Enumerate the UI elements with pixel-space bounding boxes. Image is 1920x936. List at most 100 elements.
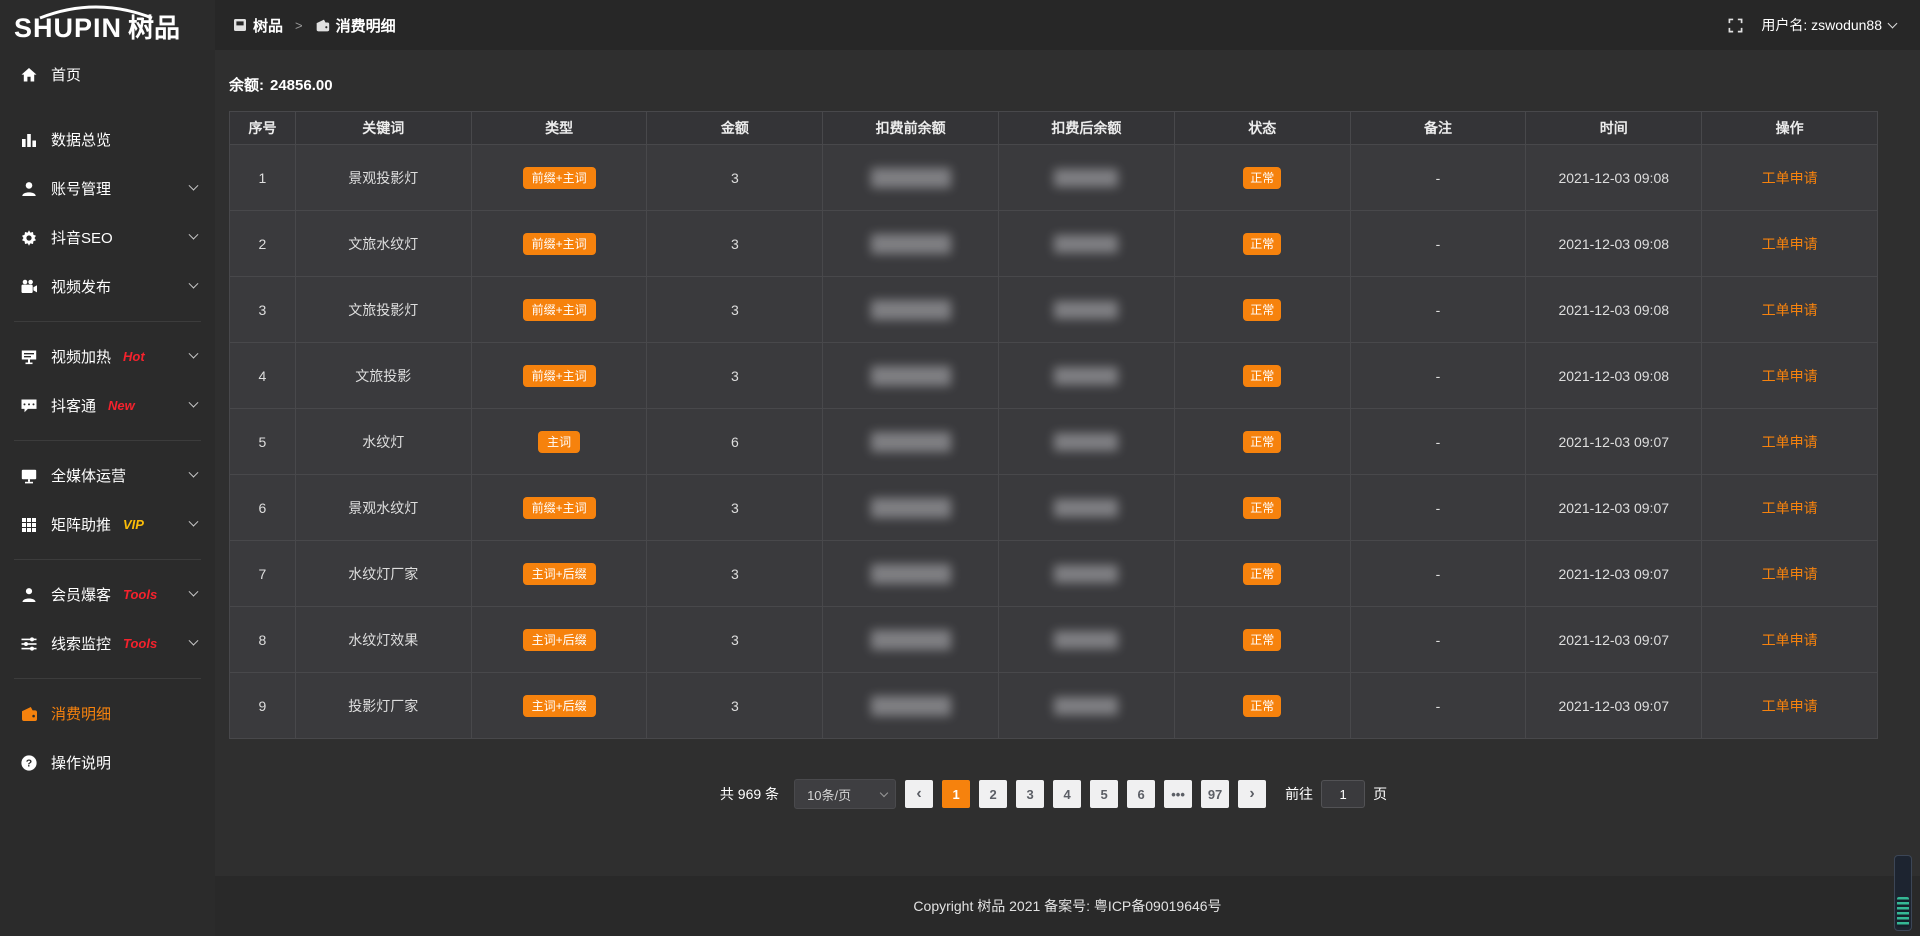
work-order-link[interactable]: 工单申请 — [1762, 566, 1818, 582]
next-page-button[interactable]: › — [1238, 780, 1266, 808]
cell-amount: 3 — [647, 541, 823, 607]
corner-widget — [1894, 855, 1912, 931]
cell-index: 4 — [230, 343, 296, 409]
type-badge: 前缀+主词 — [523, 233, 596, 255]
work-order-link[interactable]: 工单申请 — [1762, 302, 1818, 318]
sidebar-item-video-publish[interactable]: 视频发布 — [0, 262, 215, 311]
sidebar-item-matrix-boost[interactable]: 矩阵助推 VIP — [0, 500, 215, 549]
page-button-1[interactable]: 1 — [942, 780, 970, 808]
monitor-icon — [20, 467, 38, 485]
blurred-balance — [871, 564, 951, 584]
prev-page-button[interactable]: ‹ — [905, 780, 933, 808]
cell-remark: - — [1350, 211, 1526, 277]
col-index: 序号 — [230, 112, 296, 145]
page-button-6[interactable]: 6 — [1127, 780, 1155, 808]
chevron-down-icon — [189, 181, 199, 191]
sidebar-item-label: 全媒体运营 — [51, 465, 126, 486]
col-time: 时间 — [1526, 112, 1702, 145]
balance-value: 24856.00 — [270, 77, 333, 94]
user-menu[interactable]: 用户名: zswodun88 — [1761, 15, 1896, 35]
chevron-down-icon — [189, 349, 199, 359]
svg-text:?: ? — [26, 757, 32, 769]
chevron-down-icon — [189, 398, 199, 408]
sidebar-item-video-heat[interactable]: 视频加热 Hot — [0, 332, 215, 381]
sidebar-item-account[interactable]: 账号管理 — [0, 164, 215, 213]
sidebar-item-data-overview[interactable]: 数据总览 — [0, 115, 215, 164]
sidebar-item-home[interactable]: 首页 — [0, 50, 215, 99]
pagination: 共 969 条 10条/页 ‹ 1 2 3 4 5 6 ••• 97 › 前往 … — [229, 779, 1878, 809]
status-badge: 正常 — [1243, 695, 1281, 717]
status-badge: 正常 — [1243, 299, 1281, 321]
col-status: 状态 — [1174, 112, 1350, 145]
chevron-down-icon — [189, 636, 199, 646]
cell-index: 8 — [230, 607, 296, 673]
page-button-97[interactable]: 97 — [1201, 780, 1229, 808]
work-order-link[interactable]: 工单申请 — [1762, 170, 1818, 186]
cell-time: 2021-12-03 09:08 — [1526, 343, 1702, 409]
page-size-select[interactable]: 10条/页 — [794, 779, 896, 809]
sidebar-item-instructions[interactable]: ? 操作说明 — [0, 738, 215, 787]
sidebar-item-label: 账号管理 — [51, 178, 111, 199]
comment-icon — [20, 397, 38, 415]
cell-index: 1 — [230, 145, 296, 211]
blurred-balance — [1054, 499, 1118, 517]
work-order-link[interactable]: 工单申请 — [1762, 236, 1818, 252]
sidebar-item-member-baoke[interactable]: 会员爆客 Tools — [0, 570, 215, 619]
sidebar-item-label: 抖客通 — [51, 395, 96, 416]
goto-page-input[interactable] — [1321, 780, 1365, 808]
breadcrumb-current: 消费明细 — [336, 15, 396, 36]
col-action: 操作 — [1702, 112, 1878, 145]
page-ellipsis-button[interactable]: ••• — [1164, 780, 1192, 808]
cell-keyword: 文旅水纹灯 — [295, 211, 471, 277]
work-order-link[interactable]: 工单申请 — [1762, 368, 1818, 384]
sidebar-item-label: 矩阵助推 — [51, 514, 111, 535]
blurred-balance — [871, 498, 951, 518]
type-badge: 主词 — [538, 431, 580, 453]
fullscreen-icon[interactable] — [1728, 18, 1743, 33]
sidebar-item-label: 视频发布 — [51, 276, 111, 297]
page-button-3[interactable]: 3 — [1016, 780, 1044, 808]
work-order-link[interactable]: 工单申请 — [1762, 434, 1818, 450]
cell-amount: 3 — [647, 607, 823, 673]
work-order-link[interactable]: 工单申请 — [1762, 698, 1818, 714]
hot-badge: Hot — [123, 349, 145, 364]
video-camera-icon — [20, 278, 38, 296]
work-order-link[interactable]: 工单申请 — [1762, 632, 1818, 648]
sidebar-item-douketong[interactable]: 抖客通 New — [0, 381, 215, 430]
status-badge: 正常 — [1243, 497, 1281, 519]
table-header-row: 序号 关键词 类型 金额 扣费前余额 扣费后余额 状态 备注 时间 操作 — [230, 112, 1878, 145]
sidebar-item-media-operation[interactable]: 全媒体运营 — [0, 451, 215, 500]
footer: Copyright 树品 2021 备案号: 粤ICP备09019646号 — [215, 876, 1920, 936]
cell-remark: - — [1350, 541, 1526, 607]
tools-badge: Tools — [123, 587, 157, 602]
cell-amount: 3 — [647, 475, 823, 541]
sidebar-item-consumption-detail[interactable]: 消费明细 — [0, 689, 215, 738]
sidebar-item-label: 消费明细 — [51, 703, 111, 724]
user-icon — [20, 180, 38, 198]
type-badge: 前缀+主词 — [523, 365, 596, 387]
sidebar-item-clue-monitor[interactable]: 线索监控 Tools — [0, 619, 215, 668]
table-row: 6 景观水纹灯 前缀+主词 3 正常 - 2021-12-03 09:07 工单… — [230, 475, 1878, 541]
page-button-4[interactable]: 4 — [1053, 780, 1081, 808]
breadcrumb-root[interactable]: 树品 — [253, 15, 283, 36]
tools-badge: Tools — [123, 636, 157, 651]
work-order-link[interactable]: 工单申请 — [1762, 500, 1818, 516]
cell-index: 6 — [230, 475, 296, 541]
page-button-2[interactable]: 2 — [979, 780, 1007, 808]
username-value: zswodun88 — [1811, 17, 1882, 33]
bar-chart-icon — [20, 131, 38, 149]
page-button-5[interactable]: 5 — [1090, 780, 1118, 808]
cell-keyword: 水纹灯 — [295, 409, 471, 475]
table-row: 4 文旅投影 前缀+主词 3 正常 - 2021-12-03 09:08 工单申… — [230, 343, 1878, 409]
blurred-balance — [871, 366, 951, 386]
sidebar-item-douyin-seo[interactable]: 抖音SEO — [0, 213, 215, 262]
col-remark: 备注 — [1350, 112, 1526, 145]
board-icon — [233, 18, 247, 32]
username-label: 用户名: — [1761, 15, 1807, 35]
blurred-balance — [871, 696, 951, 716]
sidebar-item-label: 视频加热 — [51, 346, 111, 367]
top-header: 树品 > 消费明细 用户名: zswodun88 — [215, 0, 1920, 50]
cell-remark: - — [1350, 475, 1526, 541]
table-row: 9 投影灯厂家 主词+后缀 3 正常 - 2021-12-03 09:07 工单… — [230, 673, 1878, 739]
cell-amount: 3 — [647, 211, 823, 277]
